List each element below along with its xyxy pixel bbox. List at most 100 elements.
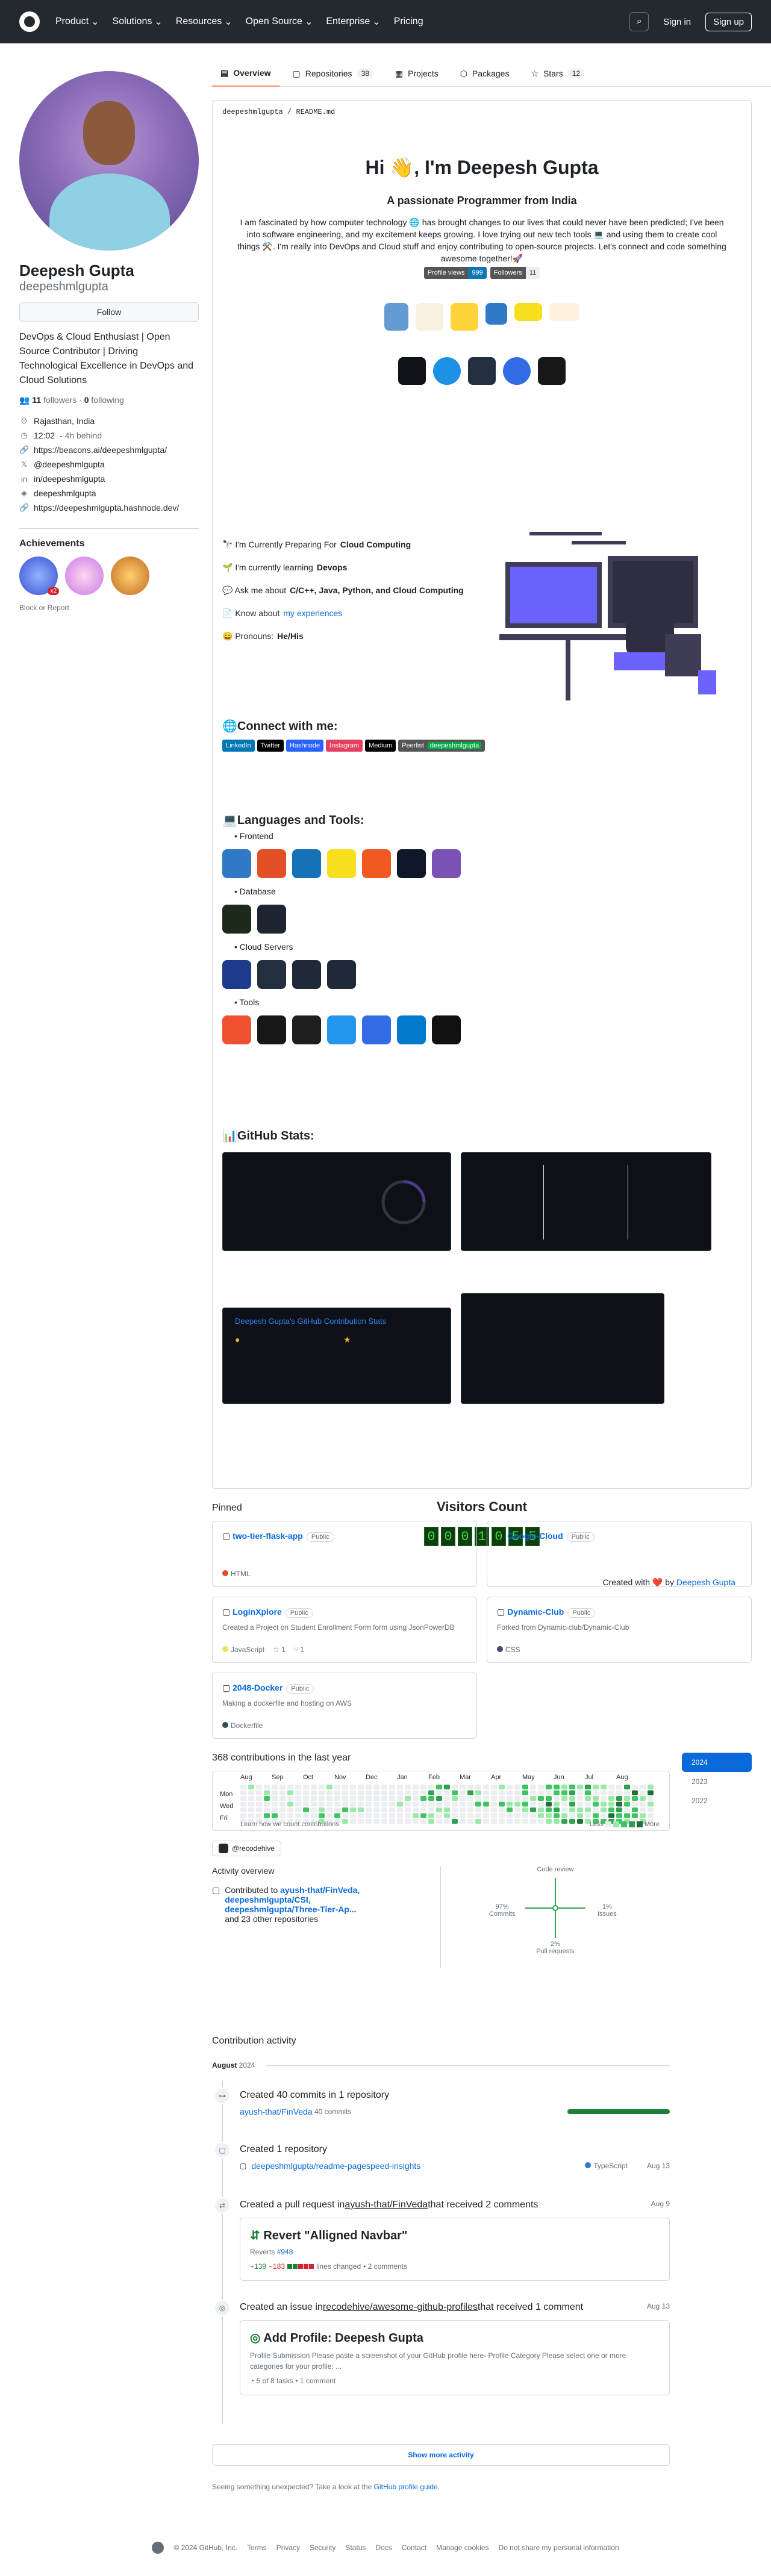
peerlist-badge[interactable]: Peerlist deepeshmlgupta xyxy=(398,740,485,752)
tab-packages[interactable]: ⬡ Packages xyxy=(452,60,518,87)
contribution-day[interactable] xyxy=(554,1801,560,1807)
contribution-day[interactable] xyxy=(436,1807,442,1812)
contribution-day[interactable] xyxy=(538,1819,544,1824)
contribution-day[interactable] xyxy=(585,1796,591,1801)
contribution-day[interactable] xyxy=(601,1807,607,1812)
contribution-day[interactable] xyxy=(608,1813,614,1818)
contribution-day[interactable] xyxy=(538,1796,544,1801)
followers-badge[interactable]: Followers 11 xyxy=(490,267,540,279)
sign-up-button[interactable]: Sign up xyxy=(705,12,752,31)
contribution-day[interactable] xyxy=(326,1796,332,1801)
contribution-day[interactable] xyxy=(483,1813,489,1818)
following-link[interactable]: 0 following xyxy=(84,395,124,405)
contribution-day[interactable] xyxy=(272,1785,278,1789)
contribution-day[interactable] xyxy=(405,1790,411,1795)
repo-link[interactable]: Google-Cloud xyxy=(507,1531,563,1541)
contribution-day[interactable] xyxy=(585,1785,591,1789)
contribution-day[interactable] xyxy=(420,1801,426,1807)
contribution-day[interactable] xyxy=(272,1796,278,1801)
contribution-day[interactable] xyxy=(334,1785,340,1789)
contribution-day[interactable] xyxy=(287,1813,293,1818)
contribution-day[interactable] xyxy=(381,1790,387,1795)
contribution-day[interactable] xyxy=(499,1819,505,1824)
contribution-day[interactable] xyxy=(514,1801,520,1807)
contribution-day[interactable] xyxy=(240,1785,246,1789)
contribution-day[interactable] xyxy=(538,1807,544,1812)
contribution-day[interactable] xyxy=(358,1819,364,1824)
contribution-day[interactable] xyxy=(311,1801,317,1807)
contribution-day[interactable] xyxy=(569,1807,575,1812)
contribution-day[interactable] xyxy=(436,1801,442,1807)
contribution-day[interactable] xyxy=(452,1819,458,1824)
contribution-day[interactable] xyxy=(264,1796,270,1801)
contribution-day[interactable] xyxy=(499,1813,505,1818)
contribution-day[interactable] xyxy=(632,1785,638,1789)
blog-link[interactable]: https://deepeshmlgupta.hashnode.dev/ xyxy=(34,503,179,513)
contribution-day[interactable] xyxy=(530,1813,536,1818)
contribution-day[interactable] xyxy=(530,1801,536,1807)
contribution-day[interactable] xyxy=(585,1801,591,1807)
contribution-day[interactable] xyxy=(397,1790,403,1795)
contribution-day[interactable] xyxy=(522,1785,528,1789)
contribution-day[interactable] xyxy=(350,1801,356,1807)
repo-link[interactable]: LoginXplore xyxy=(233,1607,282,1617)
contribution-day[interactable] xyxy=(381,1807,387,1812)
footer-do-not-share[interactable]: Do not share my personal information xyxy=(498,2543,619,2552)
contribution-day[interactable] xyxy=(569,1813,575,1818)
yolo-badge[interactable] xyxy=(111,557,149,595)
contribution-day[interactable] xyxy=(632,1801,638,1807)
contribution-day[interactable] xyxy=(350,1819,356,1824)
contribution-day[interactable] xyxy=(475,1819,481,1824)
contribution-day[interactable] xyxy=(358,1801,364,1807)
contribution-day[interactable] xyxy=(585,1790,591,1795)
contribution-day[interactable] xyxy=(264,1801,270,1807)
contribution-day[interactable] xyxy=(538,1790,544,1795)
contribution-day[interactable] xyxy=(577,1813,583,1818)
tab-overview[interactable]: ▤ Overview xyxy=(212,60,279,87)
contribution-day[interactable] xyxy=(389,1813,395,1818)
contribution-day[interactable] xyxy=(538,1813,544,1818)
contribution-day[interactable] xyxy=(530,1796,536,1801)
contribution-day[interactable] xyxy=(475,1790,481,1795)
contribution-day[interactable] xyxy=(342,1785,348,1789)
contribution-day[interactable] xyxy=(319,1807,325,1812)
contribution-day[interactable] xyxy=(428,1813,434,1818)
contribution-day[interactable] xyxy=(608,1796,614,1801)
contribution-day[interactable] xyxy=(389,1790,395,1795)
contribution-day[interactable] xyxy=(389,1819,395,1824)
contribution-day[interactable] xyxy=(601,1790,607,1795)
contribution-day[interactable] xyxy=(381,1819,387,1824)
contribution-day[interactable] xyxy=(303,1785,309,1789)
contribution-day[interactable] xyxy=(436,1785,442,1789)
contribution-day[interactable] xyxy=(319,1785,325,1789)
contribution-day[interactable] xyxy=(248,1807,254,1812)
contribution-day[interactable] xyxy=(405,1807,411,1812)
contribution-day[interactable] xyxy=(538,1801,544,1807)
contribution-day[interactable] xyxy=(350,1813,356,1818)
contribution-day[interactable] xyxy=(561,1785,567,1789)
contribution-day[interactable] xyxy=(491,1807,497,1812)
contribution-day[interactable] xyxy=(608,1807,614,1812)
contribution-day[interactable] xyxy=(514,1790,520,1795)
contribution-day[interactable] xyxy=(514,1813,520,1818)
contribution-day[interactable] xyxy=(601,1796,607,1801)
contribution-day[interactable] xyxy=(366,1796,372,1801)
footer-cookies[interactable]: Manage cookies xyxy=(436,2543,489,2552)
contribution-day[interactable] xyxy=(640,1807,646,1812)
contribution-day[interactable] xyxy=(397,1801,403,1807)
contribution-day[interactable] xyxy=(397,1813,403,1818)
contribution-day[interactable] xyxy=(279,1785,286,1789)
contribution-day[interactable] xyxy=(350,1785,356,1789)
contribution-day[interactable] xyxy=(452,1813,458,1818)
contribution-day[interactable] xyxy=(405,1785,411,1789)
contribution-day[interactable] xyxy=(554,1796,560,1801)
contribution-day[interactable] xyxy=(491,1801,497,1807)
contribution-day[interactable] xyxy=(413,1819,419,1824)
contribution-day[interactable] xyxy=(632,1796,638,1801)
year-2022[interactable]: 2022 xyxy=(682,1791,752,1810)
contribution-day[interactable] xyxy=(491,1796,497,1801)
contribution-day[interactable] xyxy=(366,1813,372,1818)
contribution-day[interactable] xyxy=(311,1790,317,1795)
learn-count-link[interactable]: Learn how we count contributions xyxy=(240,1821,339,1828)
contribution-day[interactable] xyxy=(593,1801,599,1807)
